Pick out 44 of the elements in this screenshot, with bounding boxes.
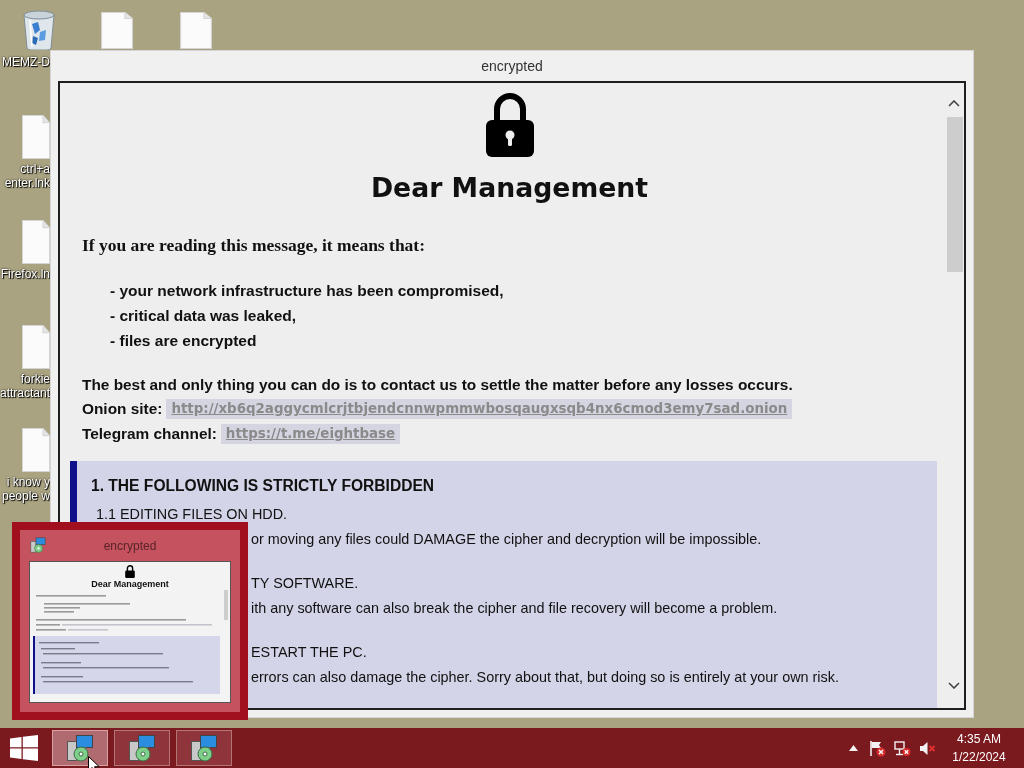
- rule-text: errors can also damage the cipher. Sorry about that, but doing so is entirely at your own risk.: [251, 667, 839, 687]
- contact-label: Onion site:: [82, 399, 163, 419]
- scrollbar-thumb[interactable]: [947, 117, 963, 272]
- chevron-up-icon[interactable]: [948, 100, 960, 107]
- icon-label: Firefox.ln: [0, 267, 50, 281]
- preview-title: encrypted: [102, 538, 158, 553]
- intro-text: If you are reading this message, it means that:: [82, 235, 426, 255]
- computer-disc-icon: [128, 734, 156, 762]
- icon-label: i know y people w: [0, 475, 50, 503]
- list-item: - files are encrypted: [110, 330, 257, 351]
- taskbar-button[interactable]: [52, 730, 108, 766]
- list-item: - critical data was leaked,: [110, 305, 297, 326]
- icon-label: MEMZ-D: [1, 55, 50, 69]
- rule-title: 1.1 EDITING FILES ON HDD.: [96, 504, 288, 524]
- window-title: encrypted: [481, 58, 543, 74]
- clock-date[interactable]: 1/22/2024: [952, 748, 1006, 766]
- icon-label: ctrl+a enter.lnk: [3, 162, 50, 190]
- window-preview[interactable]: encrypted Dear Management: [12, 522, 248, 720]
- network-icon[interactable]: [894, 739, 911, 757]
- contact-label: Telegram channel:: [82, 424, 217, 444]
- flag-icon[interactable]: [869, 739, 886, 757]
- clock-time[interactable]: 4:35 AM: [957, 730, 1001, 748]
- muted-speaker-icon[interactable]: [919, 739, 936, 757]
- caret-up-icon[interactable]: [849, 745, 858, 751]
- advice-text: The best and only thing you can do is to contact us to settle the matter before any losses occurs.: [82, 374, 793, 395]
- padlock-icon: [125, 565, 135, 578]
- computer-disc-icon: [30, 536, 46, 553]
- computer-disc-icon: [190, 734, 218, 762]
- windows-logo-icon: [10, 735, 38, 761]
- chevron-down-icon[interactable]: [948, 682, 960, 689]
- computer-disc-icon: [66, 734, 94, 762]
- rule-title: TY SOFTWARE.: [251, 573, 359, 593]
- list-item: - your network infrastructure has been compromised,: [110, 280, 504, 301]
- recycle-bin-icon[interactable]: [20, 8, 58, 50]
- padlock-icon: [484, 93, 535, 157]
- message-heading: Dear Management: [370, 171, 649, 205]
- rule-title: ESTART THE PC.: [251, 642, 367, 662]
- icon-label: forkie attractant: [0, 372, 50, 400]
- rule-text: ith any software can also break the cipher and file recovery will become a problem.: [251, 598, 778, 618]
- taskbar-button[interactable]: [176, 730, 232, 766]
- rule-text: or moving any files could DAMAGE the cipher and decryption will be impossible.: [251, 529, 762, 549]
- thumbnail-heading: Dear Management: [91, 579, 169, 590]
- taskbar-button[interactable]: [114, 730, 170, 766]
- section-heading: 1. THE FOLLOWING IS STRICTLY FORBIDDEN: [91, 476, 435, 496]
